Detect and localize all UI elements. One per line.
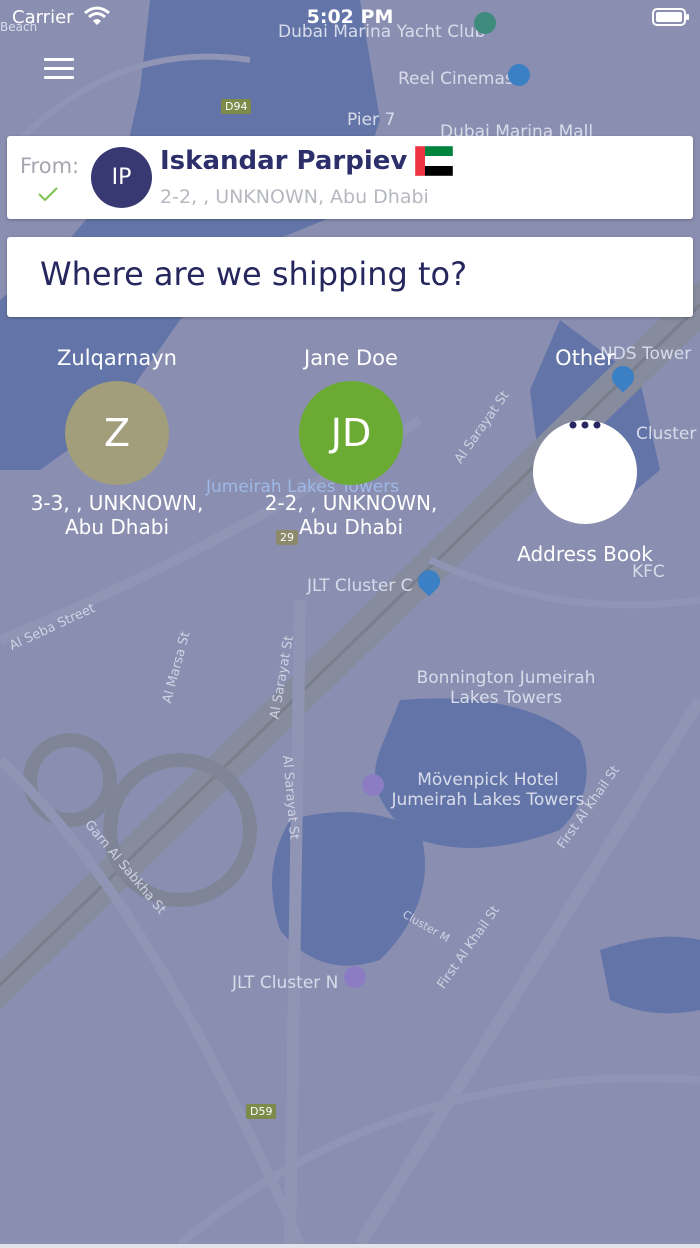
sender-name: Iskandar Parpiev bbox=[160, 146, 408, 176]
destination-prompt: Where are we shipping to? bbox=[40, 255, 468, 293]
recipient-jane-doe[interactable]: Jane Doe JD 2-2, , UNKNOWN, Abu Dhabi bbox=[234, 343, 468, 539]
destination-search-field[interactable]: Where are we shipping to? bbox=[7, 237, 693, 317]
map-label: JLT Cluster N bbox=[232, 973, 339, 993]
sender-card[interactable]: From: IP Iskandar Parpiev 2-2, , UNKNOWN… bbox=[7, 136, 693, 219]
recipient-name: Jane Doe bbox=[304, 346, 398, 370]
recipient-name: Zulqarnayn bbox=[57, 346, 177, 370]
status-time: 5:02 PM bbox=[306, 6, 394, 28]
sender-address: 2-2, , UNKNOWN, Abu Dhabi bbox=[160, 186, 429, 208]
map-label: Reel Cinemas bbox=[398, 69, 514, 89]
map-label: JLT Cluster C bbox=[307, 576, 413, 596]
check-icon bbox=[38, 187, 58, 202]
map-label: Mövenpick Hotel Jumeirah Lakes Towers bbox=[391, 770, 585, 810]
recipient-address-line2: Abu Dhabi bbox=[65, 515, 169, 539]
battery-icon bbox=[652, 8, 689, 26]
hotel-pin-icon bbox=[344, 966, 366, 988]
address-book-button[interactable] bbox=[533, 420, 637, 524]
more-dots-icon bbox=[569, 421, 601, 429]
menu-bar bbox=[44, 76, 74, 79]
recipient-name: Other bbox=[555, 346, 615, 370]
road-shield: D94 bbox=[221, 99, 252, 114]
recipient-avatar: JD bbox=[299, 381, 403, 485]
menu-bar bbox=[44, 58, 74, 61]
recipient-avatar: Z bbox=[65, 381, 169, 485]
map-label: Pier 7 bbox=[347, 110, 396, 130]
place-pin-icon bbox=[508, 64, 530, 86]
road-shield: D59 bbox=[246, 1104, 277, 1119]
hotel-pin-icon bbox=[362, 774, 384, 796]
uae-flag-icon bbox=[415, 146, 453, 176]
recipient-other-address-book[interactable]: Other Address Book bbox=[468, 343, 700, 566]
recipient-zulqarnayn[interactable]: Zulqarnayn Z 3-3, , UNKNOWN, Abu Dhabi bbox=[0, 343, 234, 539]
address-book-label: Address Book bbox=[517, 542, 653, 566]
from-label: From: bbox=[20, 154, 80, 178]
menu-bar bbox=[44, 67, 74, 70]
recipient-address-line1: 3-3, , UNKNOWN, bbox=[30, 491, 204, 515]
hamburger-menu-icon[interactable] bbox=[40, 54, 78, 84]
recipient-address-line1: 2-2, , UNKNOWN, bbox=[264, 491, 438, 515]
status-bar: Carrier 5:02 PM bbox=[0, 0, 700, 36]
map-label: Bonnington Jumeirah Lakes Towers bbox=[416, 668, 596, 708]
sender-avatar: IP bbox=[91, 147, 152, 208]
recipient-address-line2: Abu Dhabi bbox=[299, 515, 403, 539]
